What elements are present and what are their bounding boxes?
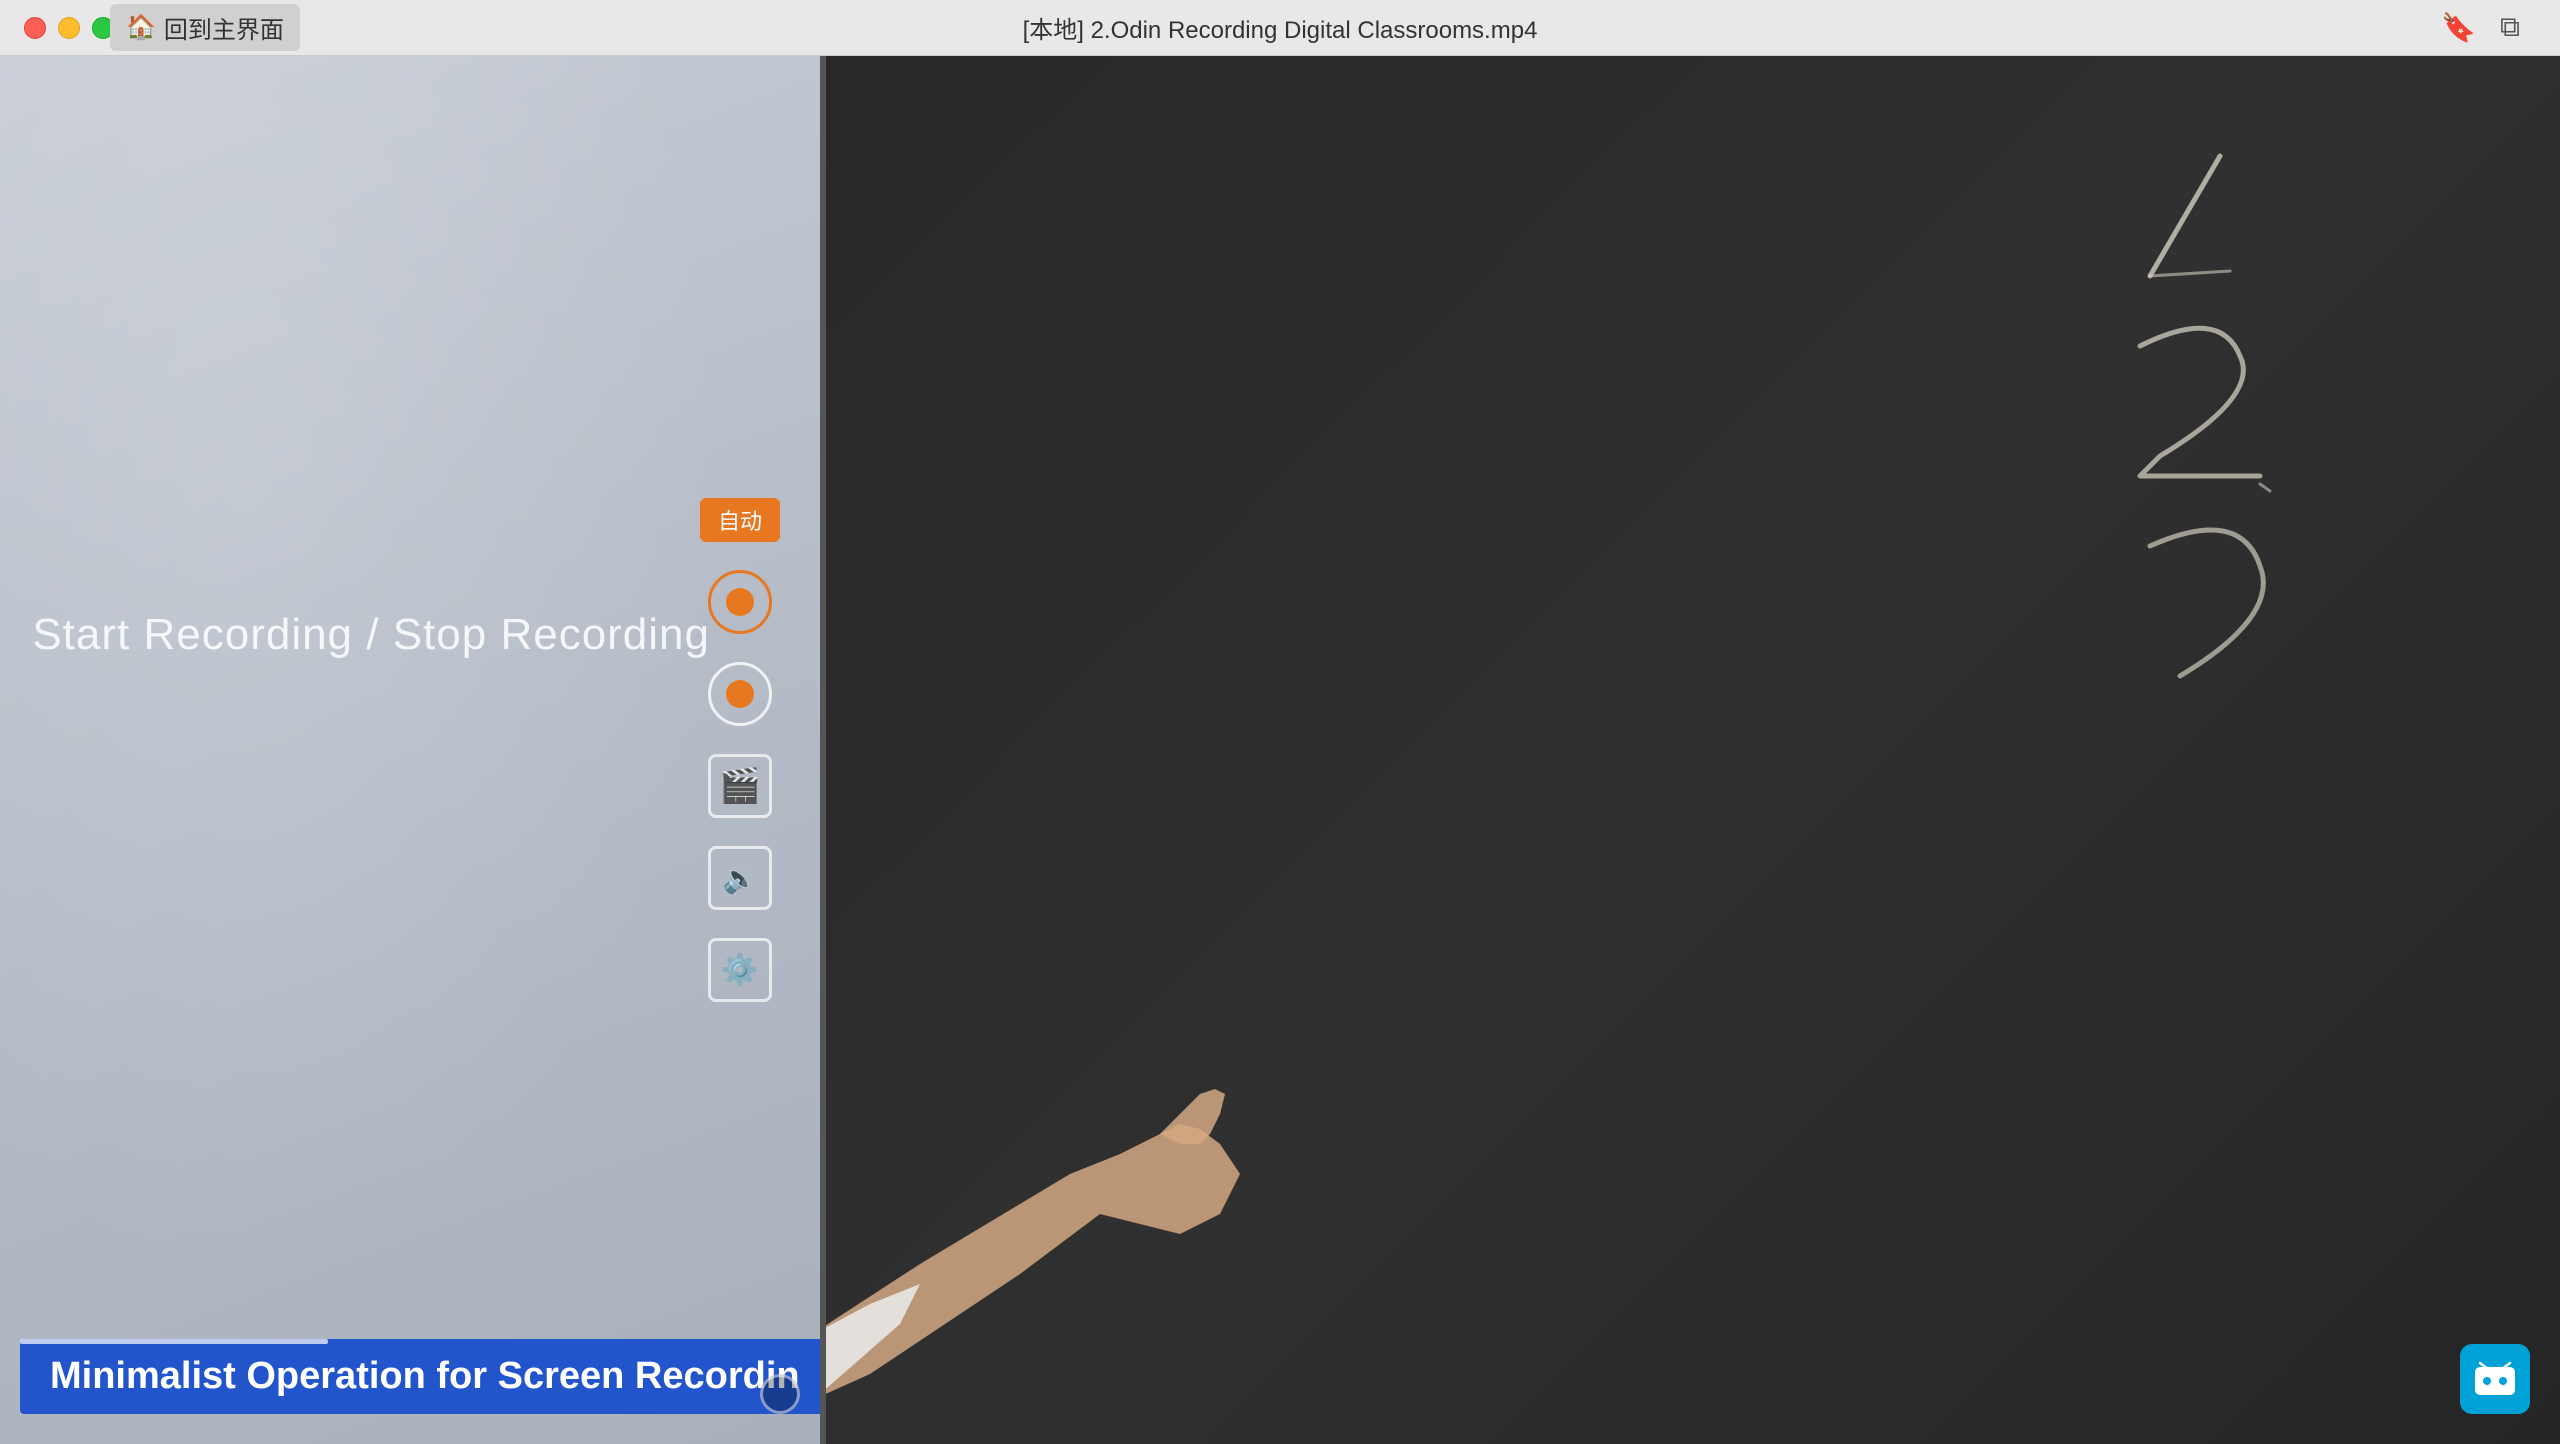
subtitle-text: Minimalist Operation for Screen Recordin: [50, 1355, 800, 1397]
audio-icon: 🔊: [723, 862, 758, 895]
right-panel: [820, 56, 2560, 1444]
record-button[interactable]: [708, 662, 772, 726]
minimize-button[interactable]: [58, 17, 80, 39]
recording-label: Start Recording / Stop Recording: [32, 610, 710, 660]
titlebar-controls: [24, 17, 114, 39]
scroll-indicator: [760, 1374, 800, 1414]
blackboard: [820, 56, 2560, 1444]
titlebar: 🏠 回到主界面 [本地] 2.Odin Recording Digital Cl…: [0, 0, 2560, 56]
titlebar-actions: 🔖 ⧉: [2441, 11, 2520, 44]
panel-divider: [820, 56, 826, 1444]
titlebar-nav: 🏠 回到主界面: [110, 4, 300, 51]
left-panel: Start Recording / Stop Recording 自动 🎬 🔊: [0, 56, 820, 1444]
subtitle-bar: Minimalist Operation for Screen Recordin: [0, 1339, 820, 1424]
record-active-button[interactable]: [708, 570, 772, 634]
split-view-icon[interactable]: ⧉: [2500, 11, 2520, 44]
main-content: Start Recording / Stop Recording 自动 🎬 🔊: [0, 56, 2560, 1444]
left-panel-overlay: [0, 56, 820, 1444]
close-button[interactable]: [24, 17, 46, 39]
bilibili-logo-svg: [2470, 1359, 2520, 1399]
auto-badge[interactable]: 自动: [700, 498, 780, 542]
home-button-label: 回到主界面: [164, 10, 284, 45]
chalk-svg: [1880, 116, 2380, 816]
record-active-dot: [726, 588, 754, 616]
camera-icon: 🎬: [719, 766, 761, 806]
home-button[interactable]: 🏠 回到主界面: [110, 4, 300, 51]
hand-svg: [820, 744, 1520, 1444]
subtitle-progress: [20, 1339, 328, 1344]
audio-button[interactable]: 🔊: [708, 846, 772, 910]
bookmark-icon[interactable]: 🔖: [2441, 11, 2476, 44]
titlebar-title: [本地] 2.Odin Recording Digital Classrooms…: [1023, 10, 1538, 45]
bilibili-icon[interactable]: [2460, 1344, 2530, 1414]
subtitle-content: Minimalist Operation for Screen Recordin: [20, 1339, 820, 1414]
record-dot: [726, 680, 754, 708]
camera-button[interactable]: 🎬: [708, 754, 772, 818]
home-icon: 🏠: [126, 13, 156, 42]
settings-button[interactable]: ⚙️: [708, 938, 772, 1002]
sidebar-controls: 自动 🎬 🔊 ⚙️: [700, 498, 780, 1002]
chalk-writing: [1880, 116, 2380, 816]
settings-icon: ⚙️: [721, 953, 758, 988]
